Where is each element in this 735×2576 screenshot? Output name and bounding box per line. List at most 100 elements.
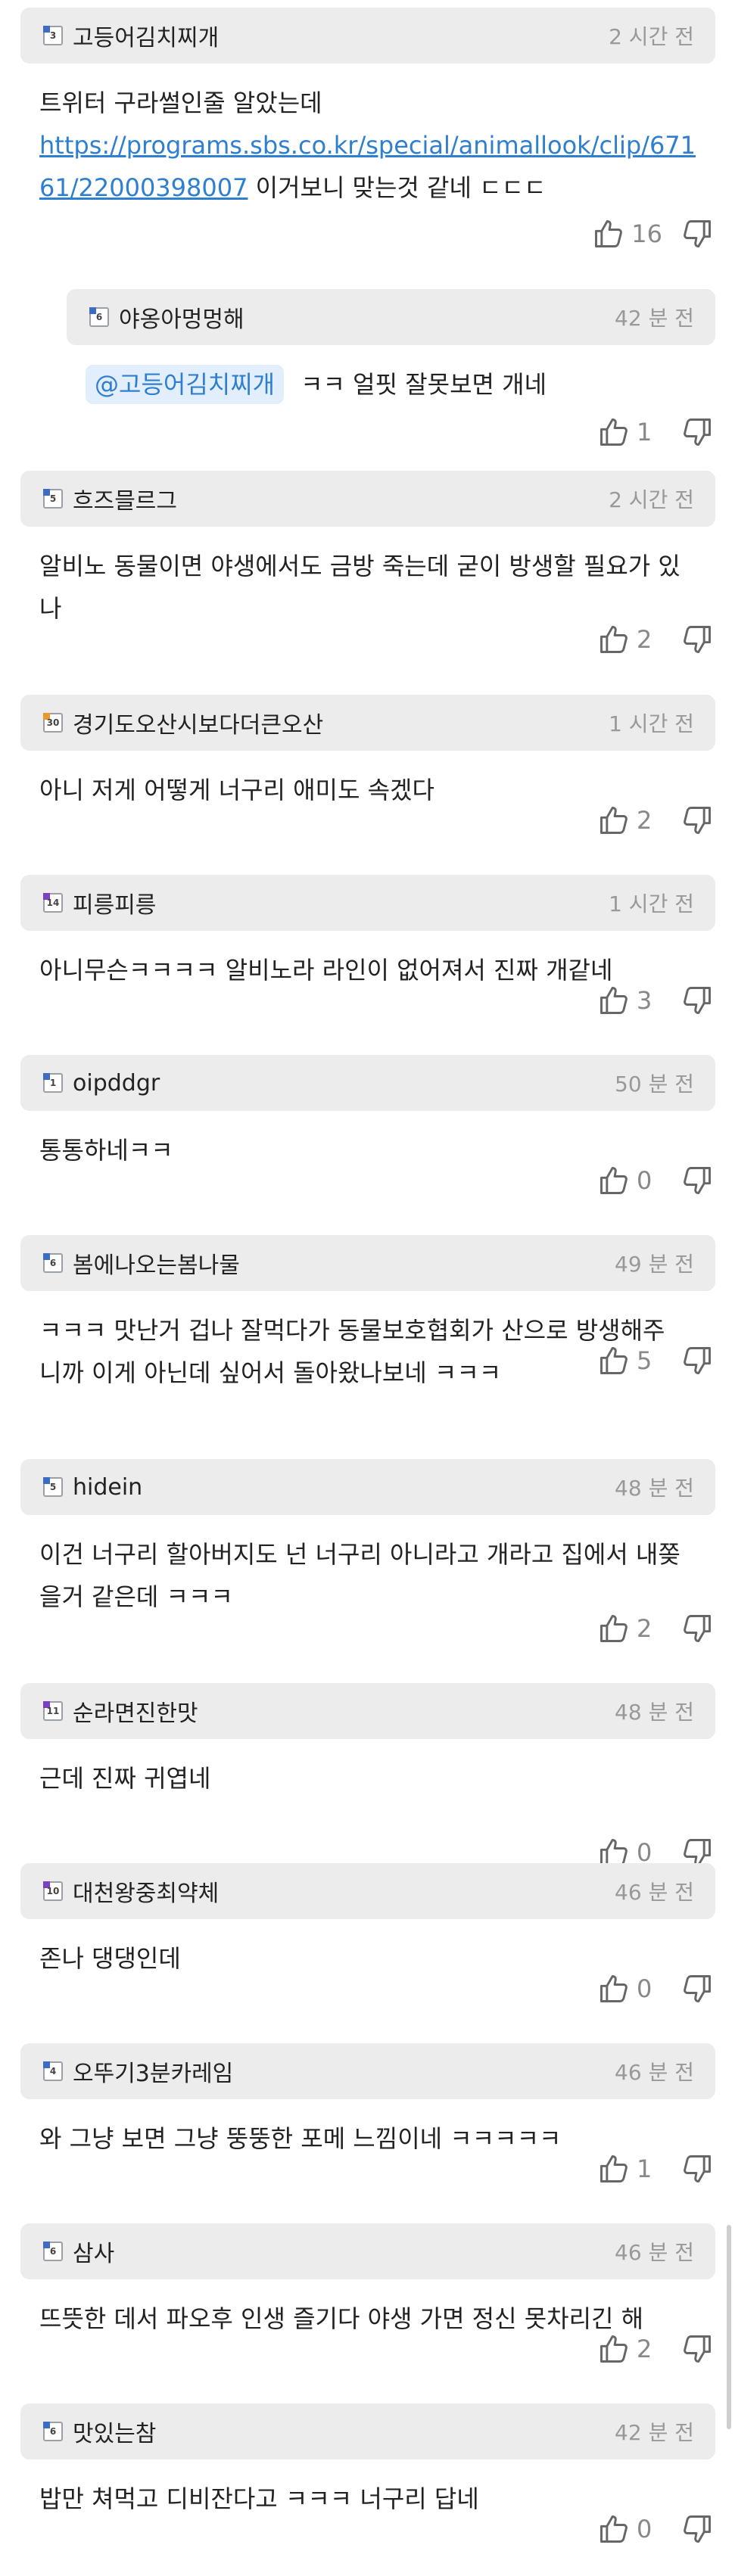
like-button[interactable]: 2 (597, 2332, 662, 2366)
like-button[interactable]: 0 (597, 1972, 662, 2005)
user-level-icon: 11 (43, 1701, 63, 1721)
comment-actions: 0 (597, 1159, 714, 1202)
thumbs-down-icon[interactable] (680, 2512, 714, 2546)
thumbs-down-icon[interactable] (680, 415, 714, 449)
like-button[interactable]: 2 (597, 804, 662, 837)
comment-timestamp: 2 시간 전 (609, 487, 694, 512)
user-level-number: 6 (49, 1258, 57, 1268)
user-level-number: 30 (46, 717, 60, 728)
thumbs-down-icon[interactable] (680, 217, 714, 250)
thumbs-up-icon (597, 415, 631, 449)
comment-author[interactable]: 봄에나오는봄나물 (73, 1246, 240, 1280)
comment-author[interactable]: 순라면진한맛 (73, 1694, 198, 1728)
thumbs-down-icon[interactable] (680, 623, 714, 656)
like-button[interactable]: 2 (597, 1612, 662, 1645)
comment-actions: 1 (597, 2148, 714, 2190)
comment-timestamp: 48 분 전 (615, 1700, 694, 1725)
thumbs-down-icon[interactable] (680, 984, 714, 1017)
comment-actions: 16 (592, 213, 714, 255)
user-level-number: 11 (46, 1706, 60, 1716)
like-button[interactable]: 3 (597, 984, 662, 1017)
like-count: 1 (637, 2154, 652, 2183)
comment: 1 oipddgr 50 분 전 통통하네ㅋㅋ 0 (0, 1047, 735, 1227)
comment: 5 hidein 48 분 전 이건 너구리 할아버지도 넌 너구리 아니라고 개라고… (0, 1451, 735, 1675)
like-count: 2 (637, 625, 652, 654)
comment-header: 6 삼사 46 분 전 (20, 2223, 715, 2279)
comment-header: 30 경기도오산시보다더큰오산 1 시간 전 (20, 695, 715, 751)
comment-body: 알비노 동물이면 야생에서도 금방 죽는데 굳이 방생할 필요가 있나 (39, 545, 714, 630)
comment-actions: 2 (597, 618, 714, 661)
comment-timestamp: 49 분 전 (615, 1252, 694, 1277)
comment-author[interactable]: 흐즈믈르그 (73, 482, 177, 515)
thumbs-down-icon[interactable] (680, 2152, 714, 2186)
comment: 6 봄에나오는봄나물 49 분 전 ㅋㅋㅋ 맛난거 겁나 잘먹다가 동물보호협회가 산… (0, 1227, 735, 1408)
comment-author[interactable]: 삼사 (73, 2235, 114, 2268)
comment-author[interactable]: 경기도오산시보다더큰오산 (73, 706, 323, 739)
like-button[interactable]: 0 (597, 1164, 662, 1197)
comment-text-line: 아니 저게 어떻게 너구리 애미도 속겠다 (39, 776, 434, 804)
thumbs-down-icon[interactable] (680, 2332, 714, 2366)
user-level-icon: 6 (43, 2422, 63, 2441)
like-button[interactable]: 1 (597, 2152, 662, 2186)
comment: 10 대천왕중최약체 46 분 전 존나 댕댕인데 0 (0, 1856, 735, 2036)
comment-header: 6 맛있는참 42 분 전 (20, 2403, 715, 2459)
comment-text-line: 을거 같은데 ㅋㅋㅋ (39, 1582, 233, 1611)
thumbs-up-icon (597, 1972, 631, 2005)
like-count: 2 (637, 1614, 652, 1643)
comment-timestamp: 46 분 전 (615, 1880, 694, 1905)
mention-tag[interactable]: @고등어김치찌개 (86, 365, 285, 404)
comment-link[interactable]: 61/22000398007 (39, 173, 248, 202)
like-button[interactable]: 1 (597, 415, 662, 449)
comment-author[interactable]: oipddgr (73, 1070, 160, 1097)
comment-text-line: 이건 너구리 할아버지도 넌 너구리 아니라고 개라고 집에서 내쫒 (39, 1540, 680, 1569)
comment-text-line: 트위터 구라썰인줄 알았는데 (39, 89, 322, 117)
thumbs-down-icon[interactable] (680, 1612, 714, 1645)
comment-text-line: 나 (39, 594, 62, 623)
comment-header: 3 고등어김치찌개 2 시간 전 (20, 8, 715, 64)
comment-text-line: 밥만 쳐먹고 디비잔다고 ㅋㅋㅋ 너구리 답네 (39, 2484, 479, 2513)
thumbs-up-icon (597, 623, 631, 656)
thumbs-down-icon[interactable] (680, 1344, 714, 1377)
comment-actions: 0 (597, 2508, 714, 2550)
thumbs-down-icon[interactable] (680, 1972, 714, 2005)
comment-text-line: 니까 이게 아닌데 싶어서 돌아왔나보네 ㅋㅋㅋ (39, 1358, 502, 1387)
comment-timestamp: 1 시간 전 (609, 711, 694, 736)
comment-actions: 2 (597, 1607, 714, 1650)
thumbs-down-icon[interactable] (680, 804, 714, 837)
user-level-number: 5 (49, 493, 57, 504)
comment-text-line: 61/22000398007 이거보니 맞는것 같네 ㄷㄷㄷ (39, 173, 547, 202)
comment-actions: 0 (597, 1968, 714, 2010)
thumbs-up-icon (597, 1164, 631, 1197)
comment-timestamp: 42 분 전 (615, 306, 694, 331)
thumbs-up-icon (597, 1344, 631, 1377)
comment-text-line: https://programs.sbs.co.kr/special/anima… (39, 131, 696, 160)
user-level-number: 10 (46, 1886, 60, 1896)
comment-text-line: 통통하네ㅋㅋ (39, 1136, 173, 1165)
scrollbar[interactable] (727, 2225, 731, 2429)
comment-author[interactable]: 피릉피릉 (73, 886, 156, 919)
user-level-number: 6 (95, 312, 103, 322)
user-level-number: 5 (49, 1482, 57, 1492)
comment-header: 10 대천왕중최약체 46 분 전 (20, 1863, 715, 1919)
like-button[interactable]: 16 (592, 217, 662, 250)
user-level-icon: 14 (43, 893, 63, 913)
comment-text-line: 와 그냥 보면 그냥 뚱뚱한 포메 느낌이네 ㅋㅋㅋㅋㅋ (39, 2124, 562, 2153)
comment-author[interactable]: 오뚜기3분카레임 (73, 2055, 233, 2088)
comment-author[interactable]: 야옹아멍멍해 (119, 300, 244, 334)
like-count: 16 (631, 219, 662, 248)
like-count: 2 (637, 2335, 652, 2363)
like-button[interactable]: 0 (597, 2512, 662, 2546)
comment-author[interactable]: 고등어김치찌개 (73, 19, 219, 52)
comment-author[interactable]: 맛있는참 (73, 2415, 156, 2448)
thumbs-up-icon (597, 2152, 631, 2186)
like-button[interactable]: 2 (597, 623, 662, 656)
comment-link[interactable]: https://programs.sbs.co.kr/special/anima… (39, 131, 696, 160)
comment-author[interactable]: hidein (73, 1474, 142, 1501)
comment-timestamp: 2 시간 전 (609, 24, 694, 49)
user-level-icon: 4 (43, 2061, 63, 2081)
comment-author[interactable]: 대천왕중최약체 (73, 1874, 219, 1908)
thumbs-down-icon[interactable] (680, 1164, 714, 1197)
like-button[interactable]: 5 (597, 1344, 662, 1377)
comment-actions: 2 (597, 2328, 714, 2370)
comment-text-line: 근데 진짜 귀엽네 (39, 1764, 211, 1793)
